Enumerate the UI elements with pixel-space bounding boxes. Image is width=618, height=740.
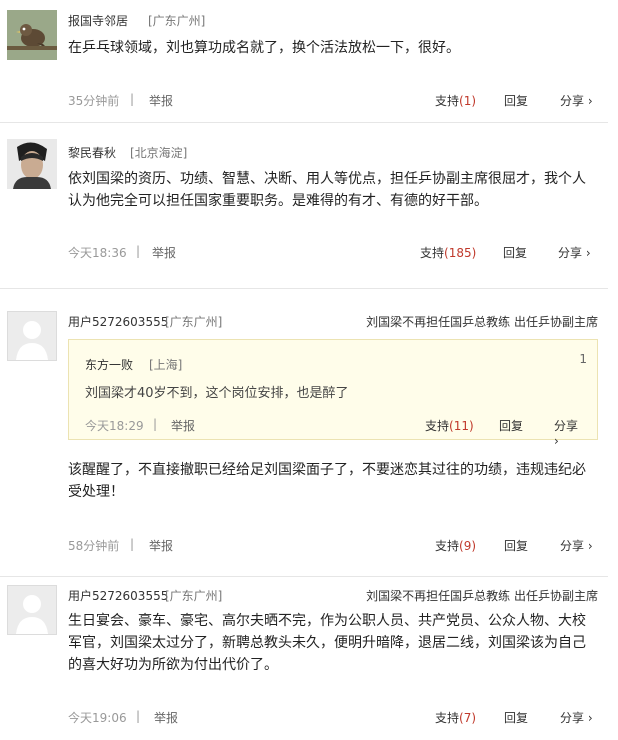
user-location: [广东广州] bbox=[165, 315, 223, 329]
report-link[interactable]: 举报 bbox=[154, 709, 178, 726]
username[interactable]: 用户5272603555 bbox=[68, 587, 168, 604]
share-button[interactable]: 分享 › bbox=[558, 244, 591, 261]
report-link[interactable]: 举报 bbox=[149, 537, 173, 554]
reply-button[interactable]: 回复 bbox=[503, 244, 527, 261]
comment-item: 用户5272603555 [广东广州] 刘国梁不再担任国乒总教练 出任乒协副主席… bbox=[0, 289, 618, 576]
avatar[interactable] bbox=[7, 585, 57, 635]
comment-text: 在乒乓球领域，刘也算功成名就了，换个活法放松一下，很好。 bbox=[68, 40, 460, 56]
support-button[interactable]: 支持(185) bbox=[420, 244, 476, 261]
quoted-comment-actions: 今天18:29 | 举报 支持(11) 回复 分享 › bbox=[85, 417, 585, 448]
separator: | bbox=[153, 417, 158, 431]
comment-text-line: 军官，刘国梁太过分了，新聘总教头未久，便明升暗降，退居二线，刘国梁该为自己 bbox=[68, 635, 586, 651]
comment-time: 35分钟前 bbox=[68, 94, 120, 108]
quoted-comment: 东方一败 [上海] 1 刘国梁才40岁不到，这个岗位安排，也是醉了 今天18:2… bbox=[68, 339, 598, 448]
report-link[interactable]: 举报 bbox=[152, 244, 176, 261]
report-link[interactable]: 举报 bbox=[149, 92, 173, 109]
quoted-user-location: [上海] bbox=[149, 358, 183, 372]
comment-text: 该醒醒了，不直接撤职已经给足刘国梁面子了，不要迷恋其过往的功绩，违规违纪必 受处… bbox=[68, 459, 598, 503]
avatar[interactable] bbox=[7, 311, 57, 361]
support-count: (185) bbox=[444, 246, 477, 260]
comment-text-line: 生日宴会、豪车、豪宅、高尔夫晒不完，作为公职人员、共产党员、公众人物、大校 bbox=[68, 613, 586, 629]
comment-item: 黎民春秋 [北京海淀] 依刘国梁的资历、功绩、智慧、决断、用人等优点，担任乒协副… bbox=[0, 123, 618, 288]
report-link[interactable]: 举报 bbox=[171, 417, 195, 434]
user-location: [广东广州] bbox=[165, 589, 223, 603]
avatar[interactable] bbox=[7, 139, 57, 189]
username[interactable]: 用户5272603555 bbox=[68, 313, 168, 330]
comment-text-line: 受处理！ bbox=[68, 484, 124, 500]
reply-button[interactable]: 回复 bbox=[504, 537, 528, 554]
share-button[interactable]: 分享 › bbox=[560, 709, 593, 726]
separator: | bbox=[130, 537, 135, 551]
username[interactable]: 黎民春秋 bbox=[68, 144, 116, 161]
comment-text-line: 的喜大好功为所欲为付出代价了。 bbox=[68, 657, 278, 673]
separator: | bbox=[136, 244, 141, 258]
separator: | bbox=[130, 92, 135, 106]
support-label: 支持 bbox=[435, 539, 460, 553]
default-avatar-image bbox=[8, 586, 56, 634]
support-button[interactable]: 支持(1) bbox=[435, 92, 476, 109]
support-count: (7) bbox=[459, 711, 477, 725]
comment-actions: 35分钟前 | 举报 支持(1) 回复 分享 › bbox=[68, 92, 598, 108]
separator: | bbox=[136, 709, 141, 723]
reply-button[interactable]: 回复 bbox=[504, 709, 528, 726]
comment-actions: 今天19:06 | 举报 支持(7) 回复 分享 › bbox=[68, 709, 598, 725]
username[interactable]: 报国寺邻居 bbox=[68, 12, 128, 29]
comment-time: 58分钟前 bbox=[68, 539, 120, 553]
avatar[interactable] bbox=[7, 10, 57, 60]
support-label: 支持 bbox=[435, 94, 460, 108]
reply-button[interactable]: 回复 bbox=[499, 417, 523, 434]
article-link[interactable]: 刘国梁不再担任国乒总教练 出任乒协副主席 bbox=[366, 587, 598, 604]
quoted-comment-text: 刘国梁才40岁不到，这个岗位安排，也是醉了 bbox=[85, 386, 349, 401]
comment-item: 用户5272603555 [广东广州] 刘国梁不再担任国乒总教练 出任乒协副主席… bbox=[0, 577, 618, 740]
support-button[interactable]: 支持(7) bbox=[435, 709, 476, 726]
person-avatar-image bbox=[7, 139, 57, 189]
comment-text: 生日宴会、豪车、豪宅、高尔夫晒不完，作为公职人员、共产党员、公众人物、大校 军官… bbox=[68, 610, 598, 676]
support-label: 支持 bbox=[420, 246, 445, 260]
support-label: 支持 bbox=[435, 711, 460, 725]
article-link[interactable]: 刘国梁不再担任国乒总教练 出任乒协副主席 bbox=[366, 313, 598, 330]
quoted-username[interactable]: 东方一败 bbox=[85, 356, 133, 373]
user-location: [北京海淀] bbox=[130, 146, 188, 160]
comment-actions: 58分钟前 | 举报 支持(9) 回复 分享 › bbox=[68, 537, 598, 553]
comment-time: 今天19:06 bbox=[68, 711, 127, 725]
comment-time: 今天18:36 bbox=[68, 246, 127, 260]
support-label: 支持 bbox=[425, 419, 450, 433]
comment-text: 依刘国梁的资历、功绩、智慧、决断、用人等优点，担任乒协副主席很屈才，我个人 认为… bbox=[68, 168, 598, 212]
comment-text-line: 依刘国梁的资历、功绩、智慧、决断、用人等优点，担任乒协副主席很屈才，我个人 bbox=[68, 171, 586, 187]
support-button[interactable]: 支持(9) bbox=[435, 537, 476, 554]
comment-item: 报国寺邻居 [广东广州] 在乒乓球领域，刘也算功成名就了，换个活法放松一下，很好… bbox=[0, 0, 618, 122]
share-button[interactable]: 分享 › bbox=[560, 92, 593, 109]
support-count: (11) bbox=[449, 419, 474, 433]
floor-number: 1 bbox=[579, 352, 587, 366]
share-button[interactable]: 分享 › bbox=[554, 417, 585, 448]
share-button[interactable]: 分享 › bbox=[560, 537, 593, 554]
comment-text-line: 该醒醒了，不直接撤职已经给足刘国梁面子了，不要迷恋其过往的功绩，违规违纪必 bbox=[68, 462, 586, 478]
default-avatar-image bbox=[8, 312, 56, 360]
support-button[interactable]: 支持(11) bbox=[425, 417, 474, 434]
bird-avatar-image bbox=[7, 10, 57, 60]
comment-actions: 今天18:36 | 举报 支持(185) 回复 分享 › bbox=[68, 244, 598, 260]
support-count: (1) bbox=[459, 94, 477, 108]
reply-button[interactable]: 回复 bbox=[504, 92, 528, 109]
support-count: (9) bbox=[459, 539, 477, 553]
user-location: [广东广州] bbox=[148, 14, 206, 28]
comment-time: 今天18:29 bbox=[85, 419, 144, 433]
comment-text-line: 认为他完全可以担任国家重要职务。是难得的有才、有德的好干部。 bbox=[68, 193, 488, 209]
